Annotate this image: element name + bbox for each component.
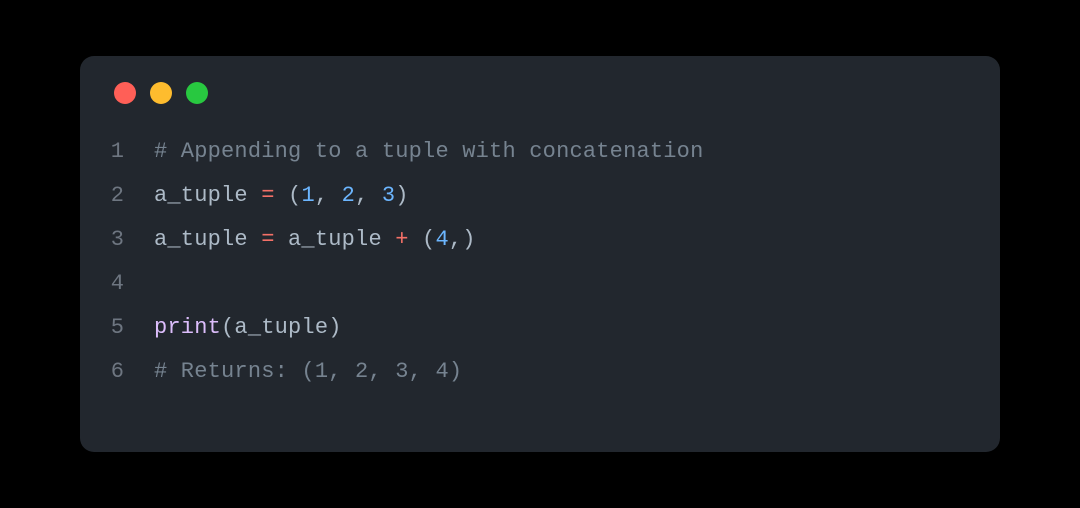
code-token: (a_tuple) — [221, 315, 342, 340]
code-token: print — [154, 315, 221, 340]
code-line — [154, 262, 704, 306]
code-token: a_tuple — [154, 227, 261, 252]
line-number: 4 — [90, 262, 124, 306]
window-title-bar — [80, 56, 1000, 130]
code-token: = — [261, 227, 274, 252]
code-line: # Appending to a tuple with concatenatio… — [154, 130, 704, 174]
code-area: 1 2 3 4 5 6 # Appending to a tuple with … — [80, 130, 1000, 394]
code-token: 2 — [342, 183, 355, 208]
code-window: 1 2 3 4 5 6 # Appending to a tuple with … — [80, 56, 1000, 452]
line-number: 5 — [90, 306, 124, 350]
code-token: a_tuple — [154, 183, 261, 208]
code-token: ( — [409, 227, 436, 252]
code-token: = — [261, 183, 274, 208]
code-line: a_tuple = (1, 2, 3) — [154, 174, 704, 218]
code-line: print(a_tuple) — [154, 306, 704, 350]
code-content[interactable]: # Appending to a tuple with concatenatio… — [130, 130, 704, 394]
close-icon[interactable] — [114, 82, 136, 104]
code-token: 3 — [382, 183, 395, 208]
code-token: ) — [395, 183, 408, 208]
code-token: # Returns: (1, 2, 3, 4) — [154, 359, 462, 384]
code-token: a_tuple — [275, 227, 396, 252]
code-line: # Returns: (1, 2, 3, 4) — [154, 350, 704, 394]
code-token: # Appending to a tuple with concatenatio… — [154, 139, 704, 164]
zoom-icon[interactable] — [186, 82, 208, 104]
code-token: ( — [275, 183, 302, 208]
code-token: + — [395, 227, 408, 252]
code-token: , — [315, 183, 342, 208]
code-token: 1 — [301, 183, 314, 208]
code-line: a_tuple = a_tuple + (4,) — [154, 218, 704, 262]
code-token: ,) — [449, 227, 476, 252]
code-token: , — [355, 183, 382, 208]
line-number-gutter: 1 2 3 4 5 6 — [90, 130, 130, 394]
line-number: 2 — [90, 174, 124, 218]
minimize-icon[interactable] — [150, 82, 172, 104]
code-token: 4 — [435, 227, 448, 252]
line-number: 3 — [90, 218, 124, 262]
line-number: 1 — [90, 130, 124, 174]
line-number: 6 — [90, 350, 124, 394]
